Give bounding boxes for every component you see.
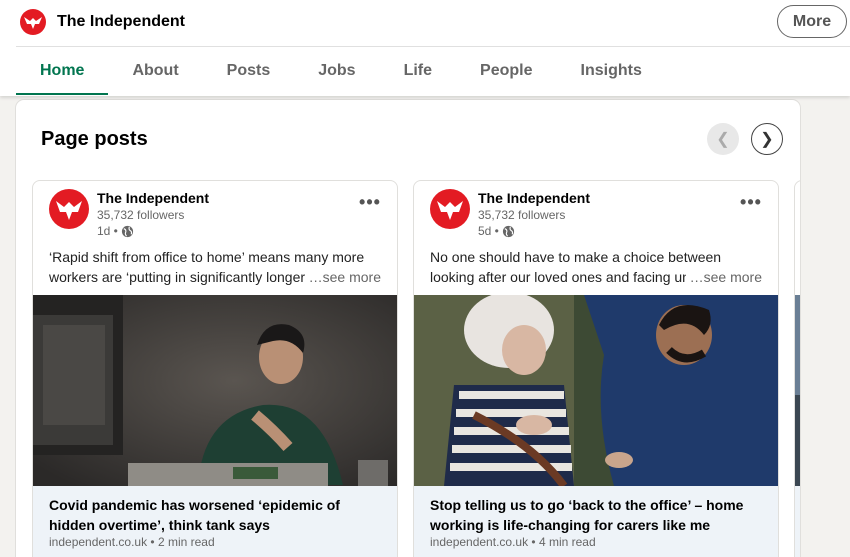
article-link[interactable]: Covid pandemic has worsened ‘epidemic of…: [33, 486, 397, 557]
post-card: The Independent 35,732 followers 5d • ••…: [413, 180, 779, 557]
more-button[interactable]: More: [777, 5, 847, 38]
see-more-link[interactable]: …see more: [685, 267, 762, 287]
post-menu-icon[interactable]: •••: [738, 192, 764, 212]
article-meta: independent.co.uk • 4 min read: [430, 535, 596, 549]
man-working-at-computer-photo[interactable]: [33, 295, 397, 486]
globe-icon: [502, 225, 514, 237]
see-more-link[interactable]: …see more: [304, 267, 381, 287]
tab-home[interactable]: Home: [16, 47, 109, 95]
tab-people[interactable]: People: [456, 47, 556, 95]
post-author[interactable]: The Independent: [97, 190, 209, 206]
author-avatar-icon[interactable]: [430, 189, 470, 229]
post-card: The Independent 35,732 followers 1d • ••…: [32, 180, 398, 557]
carousel-next-button[interactable]: ❯: [751, 123, 783, 155]
page-posts-panel: Page posts ❮ ❯ The Independent 35,732 fo…: [16, 100, 800, 557]
tab-about[interactable]: About: [108, 47, 202, 95]
article-title[interactable]: Stop telling us to go ‘back to the offic…: [430, 495, 770, 535]
article-title[interactable]: Covid pandemic has worsened ‘epidemic of…: [49, 495, 389, 535]
article-link-partial[interactable]: [795, 486, 800, 557]
post-image-partial[interactable]: [795, 295, 800, 486]
chevron-right-icon: ❯: [760, 131, 774, 148]
brand: The Independent: [20, 8, 185, 36]
post-time-text: 5d •: [478, 224, 499, 238]
tab-insights[interactable]: Insights: [557, 47, 666, 95]
post-time: 5d •: [478, 224, 515, 238]
article-meta: independent.co.uk • 2 min read: [49, 535, 215, 549]
post-time-text: 1d •: [97, 224, 118, 238]
tab-jobs[interactable]: Jobs: [294, 47, 379, 95]
post-followers: 35,732 followers: [478, 208, 566, 222]
tab-life[interactable]: Life: [380, 47, 456, 95]
page-tabs: Home About Posts Jobs Life People Insigh…: [16, 47, 666, 95]
company-header: The Independent More Home About Posts Jo…: [0, 0, 850, 96]
post-menu-icon[interactable]: •••: [357, 192, 383, 212]
section-title: Page posts: [41, 128, 148, 150]
carer-with-elderly-woman-photo[interactable]: [414, 295, 778, 486]
company-name[interactable]: The Independent: [57, 13, 185, 31]
globe-icon: [121, 225, 133, 237]
post-card-partial: [794, 180, 800, 557]
post-author[interactable]: The Independent: [478, 190, 590, 206]
chevron-left-icon: ❮: [716, 131, 730, 148]
author-avatar-icon[interactable]: [49, 189, 89, 229]
post-followers: 35,732 followers: [97, 208, 185, 222]
post-time: 1d •: [97, 224, 134, 238]
article-link[interactable]: Stop telling us to go ‘back to the offic…: [414, 486, 778, 557]
tab-posts[interactable]: Posts: [203, 47, 295, 95]
eagle-logo-icon[interactable]: [20, 9, 46, 35]
carousel-prev-button[interactable]: ❮: [707, 123, 739, 155]
